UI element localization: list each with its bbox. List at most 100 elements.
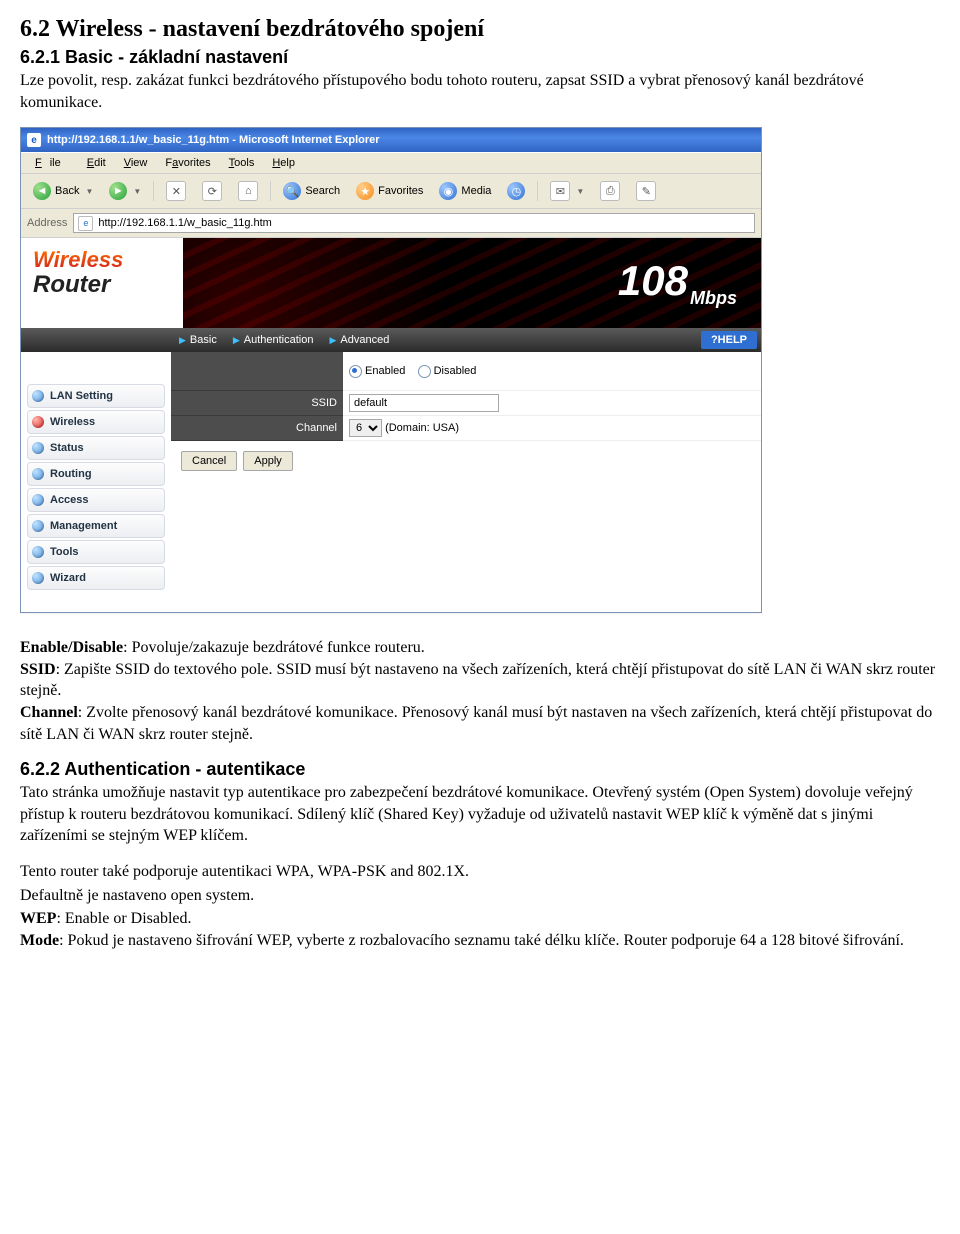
media-icon: ◉ [439, 182, 457, 200]
toolbar: ◄ Back ▼ ► ▼ ✕ ⟳ ⌂ 🔍 Search ★ Favorites … [21, 174, 761, 209]
sidebar-item-wizard[interactable]: Wizard [27, 566, 165, 590]
refresh-button[interactable]: ⟳ [196, 180, 228, 202]
tab-basic-label: Basic [190, 334, 217, 346]
term-channel: Channel [20, 704, 78, 721]
menubar: File Edit View Favorites Tools Help [21, 152, 761, 174]
desc-mode: : Pokud je nastaveno šifrování WEP, vybe… [59, 932, 904, 949]
sidebar-item-lan-setting[interactable]: LAN Setting [27, 384, 165, 408]
form-area: Enabled Disabled SSID Channel 6 [171, 352, 761, 612]
sidebar-item-label: Status [50, 442, 84, 454]
para-622c: Defaultně je nastaveno open system. [20, 885, 940, 907]
url-field[interactable]: e http://192.168.1.1/w_basic_11g.htm [73, 213, 755, 233]
tab-authentication[interactable]: ▶Authentication [229, 334, 326, 346]
page-icon: e [78, 216, 93, 231]
banner-logo: Wireless Router [21, 238, 183, 328]
logo-router: Router [33, 271, 183, 299]
channel-select[interactable]: 6 [349, 419, 382, 437]
sidebar-item-management[interactable]: Management [27, 514, 165, 538]
url-text: http://192.168.1.1/w_basic_11g.htm [98, 217, 271, 229]
row-label-empty [171, 352, 343, 391]
back-button[interactable]: ◄ Back ▼ [27, 180, 99, 202]
tab-basic[interactable]: ▶Basic [175, 334, 229, 346]
edit-button[interactable]: ✎ [630, 180, 662, 202]
dot-icon [32, 494, 44, 506]
term-ssid: SSID [20, 661, 56, 678]
forward-icon: ► [109, 182, 127, 200]
history-icon: ◷ [507, 182, 525, 200]
heading-6-2: 6.2 Wireless - nastavení bezdrátového sp… [20, 16, 940, 43]
back-icon: ◄ [33, 182, 51, 200]
media-button[interactable]: ◉ Media [433, 180, 497, 202]
paragraph-6-2-1: Lze povolit, resp. zakázat funkci bezdrá… [20, 70, 940, 113]
toolbar-separator [537, 181, 538, 201]
term-mode: Mode [20, 932, 59, 949]
banner-right: 108Mbps [183, 238, 761, 328]
sidebar-item-routing[interactable]: Routing [27, 462, 165, 486]
home-button[interactable]: ⌂ [232, 180, 264, 202]
forward-button[interactable]: ► ▼ [103, 180, 147, 202]
search-button[interactable]: 🔍 Search [277, 180, 346, 202]
stop-button[interactable]: ✕ [160, 180, 192, 202]
radio-enabled[interactable]: Enabled [349, 365, 405, 377]
media-label: Media [461, 185, 491, 197]
tab-advanced[interactable]: ▶Advanced [325, 334, 401, 346]
row-label-channel: Channel [171, 416, 343, 441]
banner: Wireless Router 108Mbps [21, 238, 761, 328]
radio-disabled-label: Disabled [434, 365, 477, 377]
sidebar-item-label: Access [50, 494, 89, 506]
desc-enable: : Povoluje/zakazuje bezdrátové funkce ro… [123, 639, 425, 656]
desc-wep: : Enable or Disabled. [56, 910, 191, 927]
radio-icon [349, 365, 362, 378]
para-wep-mode: WEP: Enable or Disabled. Mode: Pokud je … [20, 908, 940, 951]
titlebar: e http://192.168.1.1/w_basic_11g.htm - M… [21, 128, 761, 152]
toolbar-separator [153, 181, 154, 201]
menu-edit[interactable]: Edit [79, 155, 114, 171]
toolbar-separator [270, 181, 271, 201]
menu-favorites[interactable]: Favorites [157, 155, 218, 171]
menu-view[interactable]: View [116, 155, 156, 171]
sidebar-item-access[interactable]: Access [27, 488, 165, 512]
sidebar-item-status[interactable]: Status [27, 436, 165, 460]
sidebar-item-label: Wizard [50, 572, 86, 584]
sidebar: LAN Setting Wireless Status Routing Acce… [21, 352, 171, 612]
chevron-down-icon: ▼ [133, 187, 141, 196]
channel-domain-label: (Domain: USA) [385, 422, 459, 434]
mail-icon: ✉ [550, 181, 570, 201]
sidebar-item-label: Routing [50, 468, 92, 480]
mail-button[interactable]: ✉▼ [544, 180, 590, 202]
history-button[interactable]: ◷ [501, 180, 531, 202]
favorites-button[interactable]: ★ Favorites [350, 180, 429, 202]
sidebar-item-wireless[interactable]: Wireless [27, 410, 165, 434]
menu-help[interactable]: Help [264, 155, 303, 171]
menu-file[interactable]: File [27, 155, 77, 171]
banner-108mbps: 108Mbps [618, 257, 737, 309]
term-wep: WEP [20, 910, 56, 927]
dot-icon [32, 520, 44, 532]
ssid-input[interactable] [349, 394, 499, 412]
dot-icon [32, 416, 44, 428]
mbps-number: 108 [618, 257, 688, 304]
help-button[interactable]: ?HELP [701, 331, 757, 349]
apply-button[interactable]: Apply [243, 451, 293, 471]
sidebar-item-tools[interactable]: Tools [27, 540, 165, 564]
dot-icon [32, 546, 44, 558]
menu-tools[interactable]: Tools [221, 155, 263, 171]
para-enable: Enable/Disable: Povoluje/zakazuje bezdrá… [20, 637, 940, 745]
page-tabbar: ▶Basic ▶Authentication ▶Advanced ?HELP [21, 328, 761, 352]
chevron-down-icon: ▼ [85, 187, 93, 196]
refresh-icon: ⟳ [202, 181, 222, 201]
search-icon: 🔍 [283, 182, 301, 200]
heading-6-2-1: 6.2.1 Basic - základní nastavení [20, 47, 940, 68]
radio-disabled[interactable]: Disabled [418, 365, 477, 377]
sidebar-item-label: Management [50, 520, 117, 532]
home-icon: ⌂ [238, 181, 258, 201]
radio-enabled-label: Enabled [365, 365, 405, 377]
ie-icon: e [27, 133, 41, 147]
sidebar-item-label: Wireless [50, 416, 95, 428]
cancel-button[interactable]: Cancel [181, 451, 237, 471]
desc-ssid: : Zapište SSID do textového pole. SSID m… [20, 661, 935, 700]
search-label: Search [305, 185, 340, 197]
desc-channel: : Zvolte přenosový kanál bezdrátové komu… [20, 704, 932, 743]
print-button[interactable]: ⎙ [594, 180, 626, 202]
dot-icon [32, 468, 44, 480]
